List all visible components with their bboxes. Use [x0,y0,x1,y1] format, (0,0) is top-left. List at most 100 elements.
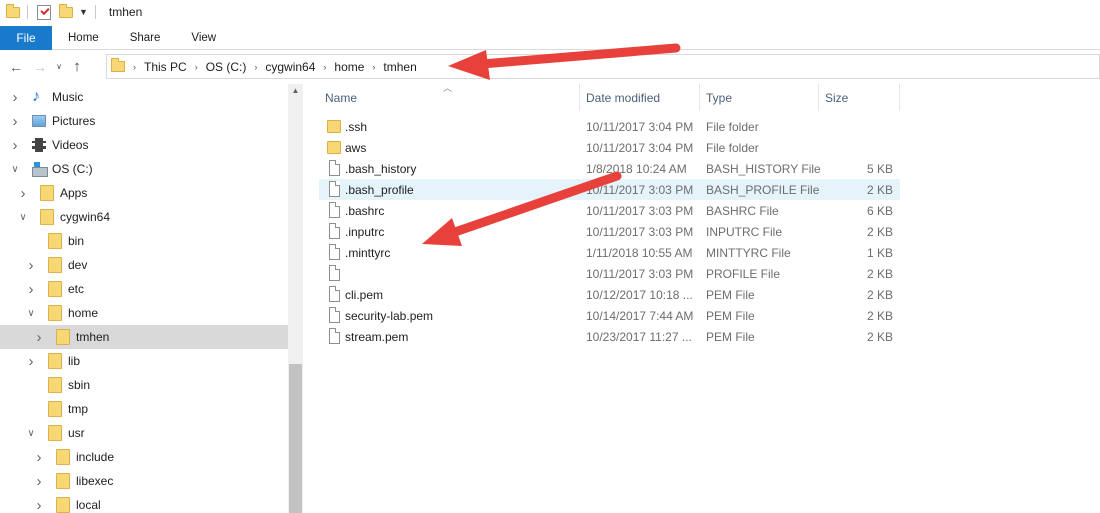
sidebar-item-label: bin [68,234,85,248]
file-type: BASHRC File [706,203,779,218]
chevron-down-icon[interactable]: ∨ [10,164,20,175]
chevron-right-icon[interactable]: › [18,185,28,202]
folder-icon [56,473,70,489]
sidebar-item[interactable]: › include [0,445,288,469]
file-row[interactable]: .minttyrc 1/11/2018 10:55 AM MINTTYRC File… [319,242,900,263]
sidebar-item[interactable]: › lib [0,349,288,373]
sidebar-item[interactable]: ∨ cygwin64 [0,205,288,229]
breadcrumb-cygwin64[interactable]: cygwin64 [265,60,315,74]
chevron-right-icon[interactable]: › [10,113,20,130]
file-row[interactable]: .bash_profile 10/11/2017 3:03 PM BASH_PROF… [319,179,900,200]
file-name: .bash_profile [345,182,414,197]
folder-icon [327,141,341,154]
file-row[interactable]: security-lab.pem 10/14/2017 7:44 AM PEM Fi… [319,305,900,326]
forward-arrow-icon[interactable]: → [30,59,50,75]
file-row[interactable]: .bash_history 1/8/2018 10:24 AM BASH_HISTO… [319,158,900,179]
sidebar-item[interactable]: › Apps [0,181,288,205]
folder-icon [6,3,20,18]
folder-icon [40,185,54,201]
column-header-type[interactable]: Type [700,84,819,111]
sidebar-item-label: tmp [68,402,89,416]
sidebar-item[interactable]: › Pictures [0,109,288,133]
file-size: 1 KB [866,245,893,260]
folder-icon [48,257,62,273]
breadcrumb-os-c[interactable]: OS (C:) [206,60,247,74]
tab-view[interactable]: View [191,32,216,44]
scrollbar-thumb[interactable] [289,364,302,513]
chevron-right-icon[interactable]: › [26,281,36,298]
recent-locations-icon[interactable]: ∨ [53,62,65,71]
up-arrow-icon[interactable]: ↑ [67,58,87,75]
column-header-date-modified[interactable]: Date modified [580,84,700,111]
file-type: PROFILE File [706,266,781,281]
navigation-bar: ← → ∨ ↑ › This PC › OS (C:) › cygwin64 ›… [0,50,1100,83]
customize-toolbar-icon[interactable]: ▼ [79,7,88,17]
back-arrow-icon[interactable]: ← [6,59,26,75]
folder-icon [48,353,62,369]
quick-access-toolbar: ▼ [0,0,103,24]
breadcrumb-tmhen[interactable]: tmhen [383,60,416,74]
column-header-name[interactable]: Name [319,84,580,111]
sidebar-item[interactable]: tmp [0,397,288,421]
chevron-right-icon[interactable]: › [372,62,375,72]
chevron-right-icon[interactable]: › [34,449,44,466]
file-row[interactable]: .inputrc 10/11/2017 3:03 PM INPUTRC File 2 … [319,221,900,242]
scroll-up-icon[interactable]: ▲ [288,86,303,95]
drive-icon [32,162,48,177]
address-bar[interactable]: › This PC › OS (C:) › cygwin64 › home › … [106,54,1100,79]
breadcrumb-home[interactable]: home [334,60,364,74]
sidebar-item-label: dev [68,258,88,272]
videos-icon [32,138,46,152]
chevron-right-icon[interactable]: › [34,329,44,346]
sidebar-item[interactable]: › tmhen [0,325,288,349]
chevron-right-icon[interactable]: › [195,62,198,72]
chevron-right-icon[interactable]: › [133,62,136,72]
file-date-modified: 10/11/2017 3:04 PM [586,140,694,155]
chevron-right-icon[interactable]: › [323,62,326,72]
sidebar-item[interactable]: › dev [0,253,288,277]
file-row[interactable]: cli.pem 10/12/2017 10:18 ... PEM File 2 KB [319,284,900,305]
sidebar-item[interactable]: › etc [0,277,288,301]
file-row[interactable]: .bashrc 10/11/2017 3:03 PM BASHRC File 6 KB [319,200,900,221]
sidebar-item[interactable]: ∨ home [0,301,288,325]
file-row[interactable]: .ssh 10/11/2017 3:04 PM File folder [319,116,900,137]
navigation-pane-scrollbar[interactable]: ▲ [288,84,303,513]
chevron-right-icon[interactable]: › [254,62,257,72]
chevron-right-icon[interactable]: › [26,353,36,370]
file-name: .bash_history [345,161,417,176]
file-date-modified: 10/11/2017 3:04 PM [586,119,694,134]
sidebar-item-label: libexec [76,474,114,488]
chevron-down-icon[interactable]: ∨ [18,212,28,223]
chevron-right-icon[interactable]: › [34,473,44,490]
sidebar-item[interactable]: sbin [0,373,288,397]
tab-home[interactable]: Home [68,32,99,44]
folder-icon [48,425,62,441]
column-header-size[interactable]: Size [819,84,900,111]
tab-share[interactable]: Share [130,32,161,44]
folder-icon [48,281,62,297]
breadcrumb-this-pc[interactable]: This PC [144,60,187,74]
chevron-down-icon[interactable]: ∨ [26,308,36,319]
properties-icon[interactable] [37,4,51,20]
file-icon [329,160,340,176]
chevron-right-icon[interactable]: › [10,89,20,106]
sidebar-item[interactable]: › Videos [0,133,288,157]
tab-file[interactable]: File [0,25,52,50]
chevron-right-icon[interactable]: › [26,257,36,274]
new-folder-icon[interactable] [59,3,73,18]
sidebar-item[interactable]: bin [0,229,288,253]
sidebar-item[interactable]: › libexec [0,469,288,493]
file-row[interactable]: stream.pem 10/23/2017 11:27 ... PEM File 2 … [319,326,900,347]
chevron-right-icon[interactable]: › [10,137,20,154]
sidebar-item[interactable]: ∨ usr [0,421,288,445]
file-name: aws [345,140,367,155]
file-row[interactable]: 10/11/2017 3:03 PM PROFILE File 2 KB [319,263,900,284]
chevron-down-icon[interactable]: ∨ [26,428,36,439]
file-type: BASH_PROFILE File [706,182,820,197]
chevron-right-icon[interactable]: › [34,497,44,513]
sidebar-item[interactable]: › ♪ Music [0,85,288,109]
sidebar-item[interactable]: ∨ OS (C:) [0,157,288,181]
file-row[interactable]: aws 10/11/2017 3:04 PM File folder [319,137,900,158]
sidebar-item-label: sbin [68,378,91,392]
sidebar-item[interactable]: › local [0,493,288,513]
